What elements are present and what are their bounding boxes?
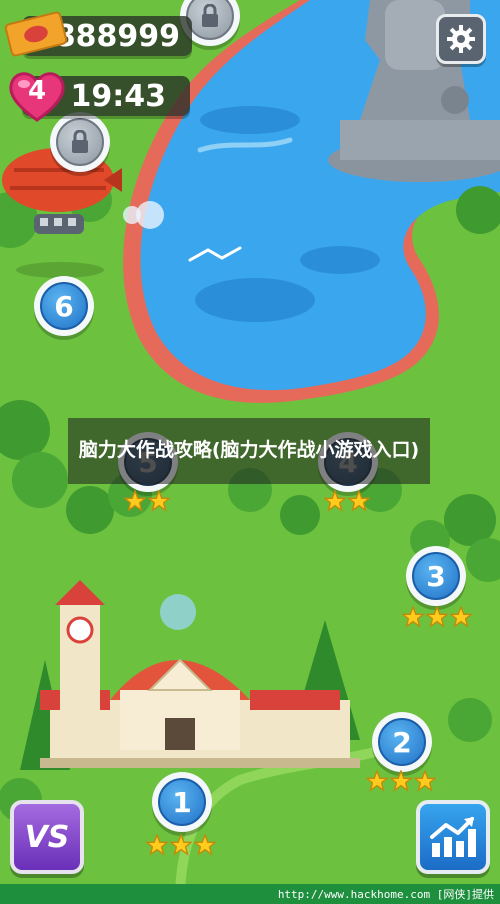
- lives-count: 4: [27, 76, 47, 106]
- star-icon: [450, 606, 472, 628]
- stats-button[interactable]: [416, 800, 490, 874]
- star-icon: [390, 770, 412, 792]
- star-icon: [170, 834, 192, 856]
- star-icon: [194, 834, 216, 856]
- vs-icon: VS: [24, 819, 70, 855]
- coins-value: 888999: [54, 18, 180, 54]
- star-icon: [414, 770, 436, 792]
- level-number: 1: [158, 778, 206, 826]
- level-3-stars: [402, 606, 472, 628]
- lives-timer-value: 19:43: [70, 78, 167, 114]
- ticket-icon: [4, 11, 68, 57]
- vs-button[interactable]: VS: [10, 800, 84, 874]
- star-icon: [348, 490, 370, 512]
- level-4-stars: [324, 490, 370, 512]
- level-number: 2: [378, 718, 426, 766]
- level-2-stars: [366, 770, 436, 792]
- settings-button[interactable]: [436, 14, 486, 64]
- lock-icon: [186, 0, 234, 40]
- level-number: 3: [412, 552, 460, 600]
- level-node-1[interactable]: 1: [152, 772, 212, 832]
- level-node-2[interactable]: 2: [372, 712, 432, 772]
- level-node-3[interactable]: 3: [406, 546, 466, 606]
- star-icon: [146, 834, 168, 856]
- star-icon: [324, 490, 346, 512]
- level-5-stars: [124, 490, 170, 512]
- star-icon: [426, 606, 448, 628]
- gear-icon: [447, 25, 475, 53]
- star-icon: [402, 606, 424, 628]
- level-1-stars: [146, 834, 216, 856]
- footer-watermark: http://www.hackhome.com [网侠]提供: [277, 888, 494, 901]
- banner-text: 脑力大作战攻略(脑力大作战小游戏入口): [78, 439, 420, 462]
- lock-icon: [56, 118, 104, 166]
- star-icon: [124, 490, 146, 512]
- article-title-banner: 脑力大作战攻略(脑力大作战小游戏入口): [68, 418, 430, 484]
- chart-up-icon: [430, 817, 476, 857]
- star-icon: [148, 490, 170, 512]
- level-node-6[interactable]: 6: [34, 276, 94, 336]
- level-number: 6: [40, 282, 88, 330]
- star-icon: [366, 770, 388, 792]
